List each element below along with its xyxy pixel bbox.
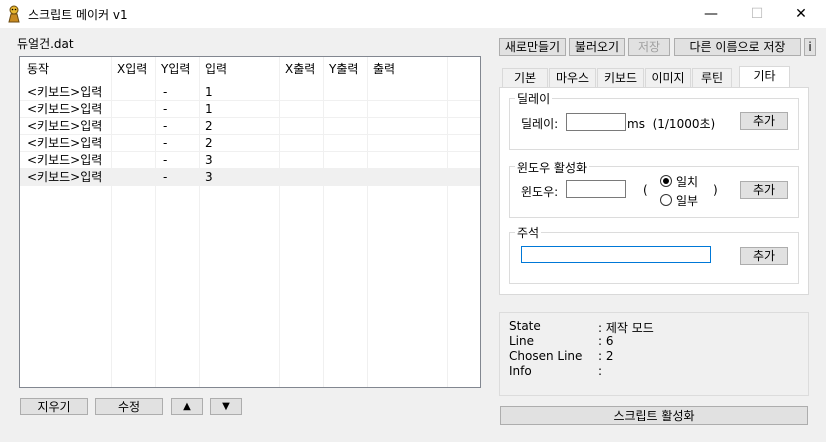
state-label: State <box>509 319 541 333</box>
paren-open: ( <box>643 183 648 197</box>
table-row[interactable]: <키보드>입력 - 1 <box>20 101 480 118</box>
cell-action: <키보드>입력 <box>27 153 103 167</box>
close-button[interactable]: ✕ <box>778 0 824 28</box>
move-down-button[interactable]: ▼ <box>210 398 242 415</box>
move-up-button[interactable]: ▲ <box>171 398 203 415</box>
line-value: : 6 <box>598 334 614 348</box>
tab-etc[interactable]: 기타 <box>739 66 790 88</box>
cell-input: 1 <box>205 102 213 116</box>
cell-y-input: - <box>163 85 168 99</box>
cell-action: <키보드>입력 <box>27 170 103 184</box>
delay-input[interactable] <box>566 113 626 131</box>
table-row[interactable]: <키보드>입력 - 2 <box>20 135 480 152</box>
column-header-x-input[interactable]: X입력 <box>112 57 156 79</box>
line-label: Line <box>509 334 535 348</box>
delay-unit-label: ms (1/1000초) <box>627 117 716 131</box>
tab-routine[interactable]: 루틴 <box>692 68 732 87</box>
paren-close: ) <box>713 183 718 197</box>
add-window-button[interactable]: 추가 <box>740 181 788 199</box>
radio-exact-label: 일치 <box>676 175 699 189</box>
column-header-output[interactable]: 출력 <box>368 57 448 79</box>
file-name-label: 듀얼건.dat <box>17 37 74 51</box>
list-header: 동작 X입력 Y입력 입력 X출력 Y출력 출력 <box>20 57 480 79</box>
info-value: : <box>598 364 603 378</box>
radio-exact[interactable] <box>660 175 672 187</box>
tab-mouse[interactable]: 마우스 <box>549 68 596 87</box>
info-button[interactable]: i <box>804 38 816 56</box>
app-figure-icon <box>8 5 20 23</box>
cell-input: 3 <box>205 153 213 167</box>
add-comment-button[interactable]: 추가 <box>740 247 788 265</box>
cell-action: <키보드>입력 <box>27 136 103 150</box>
comment-input[interactable] <box>521 246 711 263</box>
chosen-line-value: : 2 <box>598 349 614 363</box>
cell-action: <키보드>입력 <box>27 102 103 116</box>
delay-group-title: 딜레이 <box>515 90 553 107</box>
cell-input: 3 <box>205 170 213 184</box>
load-button[interactable]: 불러오기 <box>569 38 625 56</box>
cell-y-input: - <box>163 102 168 116</box>
cell-action: <키보드>입력 <box>27 119 103 133</box>
title-bar: 스크립트 메이커 v1 — ☐ ✕ <box>0 0 826 28</box>
column-header-y-output[interactable]: Y출력 <box>324 57 368 79</box>
table-row[interactable]: <키보드>입력 - 1 <box>20 84 480 101</box>
cell-y-input: - <box>163 119 168 133</box>
tab-basic[interactable]: 기본 <box>502 68 548 87</box>
cell-input: 1 <box>205 85 213 99</box>
column-header-action[interactable]: 동작 <box>22 57 112 79</box>
cell-y-input: - <box>163 170 168 184</box>
action-list[interactable]: 동작 X입력 Y입력 입력 X출력 Y출력 출력 <키보드>입력 - 1 <키보… <box>19 56 481 388</box>
edit-button[interactable]: 수정 <box>95 398 163 415</box>
tab-keyboard[interactable]: 키보드 <box>597 68 644 87</box>
minimize-button[interactable]: — <box>688 0 734 28</box>
radio-partial[interactable] <box>660 194 672 206</box>
cell-input: 2 <box>205 136 213 150</box>
list-rows: <키보드>입력 - 1 <키보드>입력 - 1 <키보드>입력 - 2 <키보드… <box>20 84 480 186</box>
delete-button[interactable]: 지우기 <box>20 398 88 415</box>
column-header-y-input[interactable]: Y입력 <box>156 57 200 79</box>
delay-label: 딜레이: <box>521 117 559 131</box>
window-activate-group-title: 윈도우 활성화 <box>515 159 590 176</box>
maximize-button[interactable]: ☐ <box>734 0 780 28</box>
new-file-button[interactable]: 새로만들기 <box>499 38 566 56</box>
column-header-input[interactable]: 입력 <box>200 57 280 79</box>
window-input[interactable] <box>566 180 626 198</box>
cell-action: <키보드>입력 <box>27 85 103 99</box>
chosen-line-label: Chosen Line <box>509 349 583 363</box>
save-button[interactable]: 저장 <box>628 38 670 56</box>
table-row-selected[interactable]: <키보드>입력 - 3 <box>20 169 480 186</box>
add-delay-button[interactable]: 추가 <box>740 112 788 130</box>
cell-y-input: - <box>163 153 168 167</box>
info-label: Info <box>509 364 532 378</box>
save-as-button[interactable]: 다른 이름으로 저장 <box>674 38 801 56</box>
cell-y-input: - <box>163 136 168 150</box>
comment-group-title: 주석 <box>515 224 542 241</box>
table-row[interactable]: <키보드>입력 - 2 <box>20 118 480 135</box>
cell-input: 2 <box>205 119 213 133</box>
window-label: 윈도우: <box>521 185 559 199</box>
column-header-x-output[interactable]: X출력 <box>280 57 324 79</box>
radio-partial-label: 일부 <box>676 194 699 208</box>
table-row[interactable]: <키보드>입력 - 3 <box>20 152 480 169</box>
window-title: 스크립트 메이커 v1 <box>28 8 128 22</box>
activate-script-button[interactable]: 스크립트 활성화 <box>500 406 808 425</box>
tab-image[interactable]: 이미지 <box>645 68 691 87</box>
